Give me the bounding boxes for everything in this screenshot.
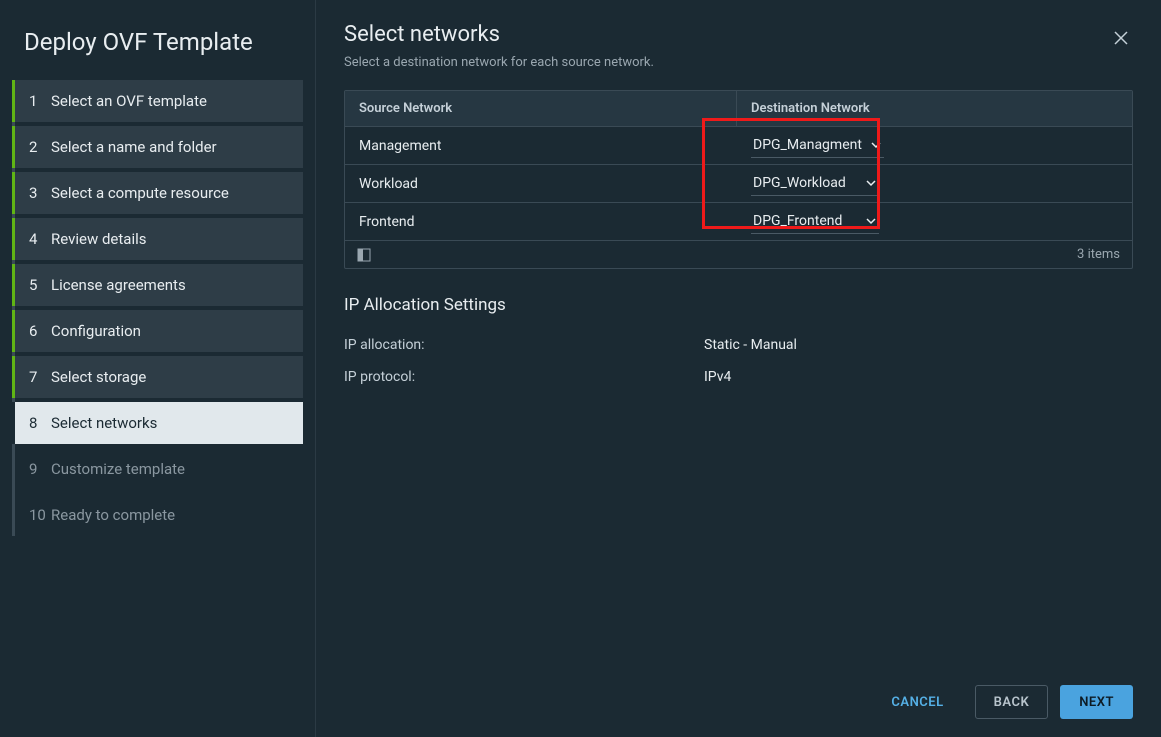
step-label: License agreements xyxy=(51,276,186,294)
destination-network-select[interactable]: DPG_Managment xyxy=(751,133,884,158)
network-table-footer: 3 items xyxy=(345,241,1132,268)
destination-network-cell: DPG_Managment xyxy=(737,127,1132,164)
step-label: Select an OVF template xyxy=(51,92,207,110)
wizard-footer: CANCEL BACK NEXT xyxy=(344,667,1133,719)
ip-allocation-row: IP allocation:Static - Manual xyxy=(344,329,1133,361)
wizard-step-6[interactable]: 6Configuration xyxy=(12,310,303,352)
ip-allocation-value: IPv4 xyxy=(704,369,1133,385)
wizard-step-9: 9Customize template xyxy=(12,448,303,490)
source-network-cell: Frontend xyxy=(345,208,737,236)
chevron-down-icon xyxy=(865,215,877,227)
source-network-cell: Management xyxy=(345,132,737,160)
network-table-header: Source Network Destination Network xyxy=(345,91,1132,127)
wizard-step-4[interactable]: 4Review details xyxy=(12,218,303,260)
step-number: 5 xyxy=(29,276,51,294)
column-toggle-icon[interactable] xyxy=(357,248,371,262)
ip-allocation-value: Static - Manual xyxy=(704,337,1133,353)
wizard-title: Deploy OVF Template xyxy=(12,24,303,76)
wizard-step-5[interactable]: 5License agreements xyxy=(12,264,303,306)
wizard-main: Select networks Select a destination net… xyxy=(316,0,1161,737)
close-icon xyxy=(1113,30,1129,46)
step-number: 2 xyxy=(29,138,51,156)
page-subtitle: Select a destination network for each so… xyxy=(344,55,654,70)
step-label: Select networks xyxy=(51,414,157,432)
destination-network-value: DPG_Workload xyxy=(753,175,846,191)
chevron-down-icon xyxy=(870,139,882,151)
step-number: 10 xyxy=(29,506,51,524)
header-source-network: Source Network xyxy=(345,91,737,126)
step-number: 4 xyxy=(29,230,51,248)
network-row: Frontend DPG_Frontend xyxy=(345,203,1132,241)
step-number: 7 xyxy=(29,368,51,386)
step-label: Review details xyxy=(51,230,146,248)
cancel-button[interactable]: CANCEL xyxy=(872,685,962,719)
chevron-down-icon xyxy=(865,177,877,189)
ip-allocation-rows: IP allocation:Static - ManualIP protocol… xyxy=(344,329,1133,393)
step-number: 9 xyxy=(29,460,51,478)
page-header: Select networks Select a destination net… xyxy=(344,22,1133,90)
ip-allocation-label: IP allocation: xyxy=(344,337,704,353)
wizard-step-8[interactable]: 8Select networks xyxy=(12,402,303,444)
step-label: Select a name and folder xyxy=(51,138,217,156)
next-button[interactable]: NEXT xyxy=(1060,685,1133,719)
ip-allocation-row: IP protocol:IPv4 xyxy=(344,361,1133,393)
wizard-step-2[interactable]: 2Select a name and folder xyxy=(12,126,303,168)
network-row: Workload DPG_Workload xyxy=(345,165,1132,203)
wizard-step-1[interactable]: 1Select an OVF template xyxy=(12,80,303,122)
step-number: 3 xyxy=(29,184,51,202)
deploy-ovf-modal: Deploy OVF Template 1Select an OVF templ… xyxy=(0,0,1161,737)
ip-allocation-section-title: IP Allocation Settings xyxy=(344,295,1133,315)
source-network-cell: Workload xyxy=(345,170,737,198)
wizard-step-7[interactable]: 7Select storage xyxy=(12,356,303,398)
step-number: 8 xyxy=(29,414,51,432)
page-title: Select networks xyxy=(344,22,654,47)
back-button[interactable]: BACK xyxy=(975,685,1049,719)
step-label: Ready to complete xyxy=(51,506,175,524)
ip-allocation-label: IP protocol: xyxy=(344,369,704,385)
wizard-step-10: 10Ready to complete xyxy=(12,494,303,536)
step-number: 6 xyxy=(29,322,51,340)
destination-network-cell: DPG_Frontend xyxy=(737,203,1132,240)
destination-network-cell: DPG_Workload xyxy=(737,165,1132,202)
step-label: Configuration xyxy=(51,322,141,340)
step-label: Customize template xyxy=(51,460,185,478)
destination-network-value: DPG_Frontend xyxy=(753,213,842,229)
row-count-label: 3 items xyxy=(1077,247,1120,262)
network-table: Source Network Destination Network Manag… xyxy=(344,90,1133,269)
wizard-step-3[interactable]: 3Select a compute resource xyxy=(12,172,303,214)
header-destination-network: Destination Network xyxy=(737,91,1132,126)
close-button[interactable] xyxy=(1109,26,1133,50)
destination-network-value: DPG_Managment xyxy=(753,137,862,153)
step-label: Select a compute resource xyxy=(51,184,229,202)
destination-network-select[interactable]: DPG_Frontend xyxy=(751,209,879,234)
network-row: Management DPG_Managment xyxy=(345,127,1132,165)
destination-network-select[interactable]: DPG_Workload xyxy=(751,171,879,196)
step-number: 1 xyxy=(29,92,51,110)
wizard-steps: 1Select an OVF template2Select a name an… xyxy=(12,80,303,536)
step-label: Select storage xyxy=(51,368,146,386)
wizard-sidebar: Deploy OVF Template 1Select an OVF templ… xyxy=(0,0,316,737)
